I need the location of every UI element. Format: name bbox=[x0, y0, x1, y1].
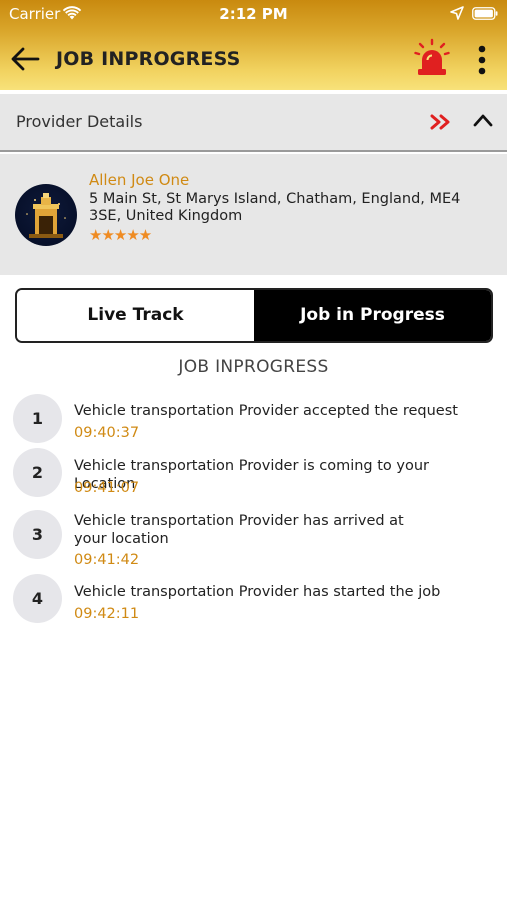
track-tabs: Live Track Job in Progress bbox=[15, 288, 493, 343]
step-number-badge: 2 bbox=[13, 448, 62, 497]
app-header: Carrier 2:12 PM JOB INPROGRESS bbox=[0, 0, 507, 90]
tab-job-in-progress[interactable]: Job in Progress bbox=[254, 290, 491, 341]
page-title: JOB INPROGRESS bbox=[56, 48, 241, 70]
job-progress-heading: JOB INPROGRESS bbox=[178, 357, 329, 377]
tab-live-track[interactable]: Live Track bbox=[17, 290, 254, 341]
chevron-up-icon[interactable] bbox=[472, 112, 494, 128]
double-chevron-right-icon[interactable] bbox=[430, 113, 452, 131]
step-time: 09:40:37 bbox=[74, 425, 140, 441]
battery-icon bbox=[472, 7, 498, 20]
step-time: 09:41:42 bbox=[74, 552, 140, 568]
provider-card: Allen Joe One 5 Main St, St Marys Island… bbox=[0, 154, 507, 275]
more-vertical-icon[interactable] bbox=[474, 44, 490, 76]
step-text: Vehicle transportation Provider accepted… bbox=[74, 403, 458, 419]
provider-name: Allen Joe One bbox=[89, 171, 190, 189]
provider-avatar bbox=[15, 184, 77, 246]
alarm-siren-icon[interactable] bbox=[414, 38, 450, 78]
step-number-badge: 3 bbox=[13, 510, 62, 559]
back-arrow-icon[interactable] bbox=[10, 46, 40, 72]
status-bar: Carrier 2:12 PM bbox=[0, 0, 507, 28]
step-time: 09:42:11 bbox=[74, 606, 140, 622]
step-number-badge: 4 bbox=[13, 574, 62, 623]
location-arrow-icon bbox=[450, 6, 464, 20]
provider-address: 5 Main St, St Marys Island, Chatham, Eng… bbox=[89, 191, 461, 224]
step-time: 09:41:07 bbox=[74, 480, 140, 496]
provider-details-label: Provider Details bbox=[16, 112, 143, 131]
status-time: 2:12 PM bbox=[219, 5, 288, 23]
avatar-image bbox=[26, 193, 66, 238]
provider-rating-stars: ★★★★★ bbox=[89, 226, 152, 244]
step-text: Vehicle transportation Provider has arri… bbox=[74, 513, 404, 547]
step-number-badge: 1 bbox=[13, 394, 62, 443]
step-text: Vehicle transportation Provider has star… bbox=[74, 584, 441, 600]
